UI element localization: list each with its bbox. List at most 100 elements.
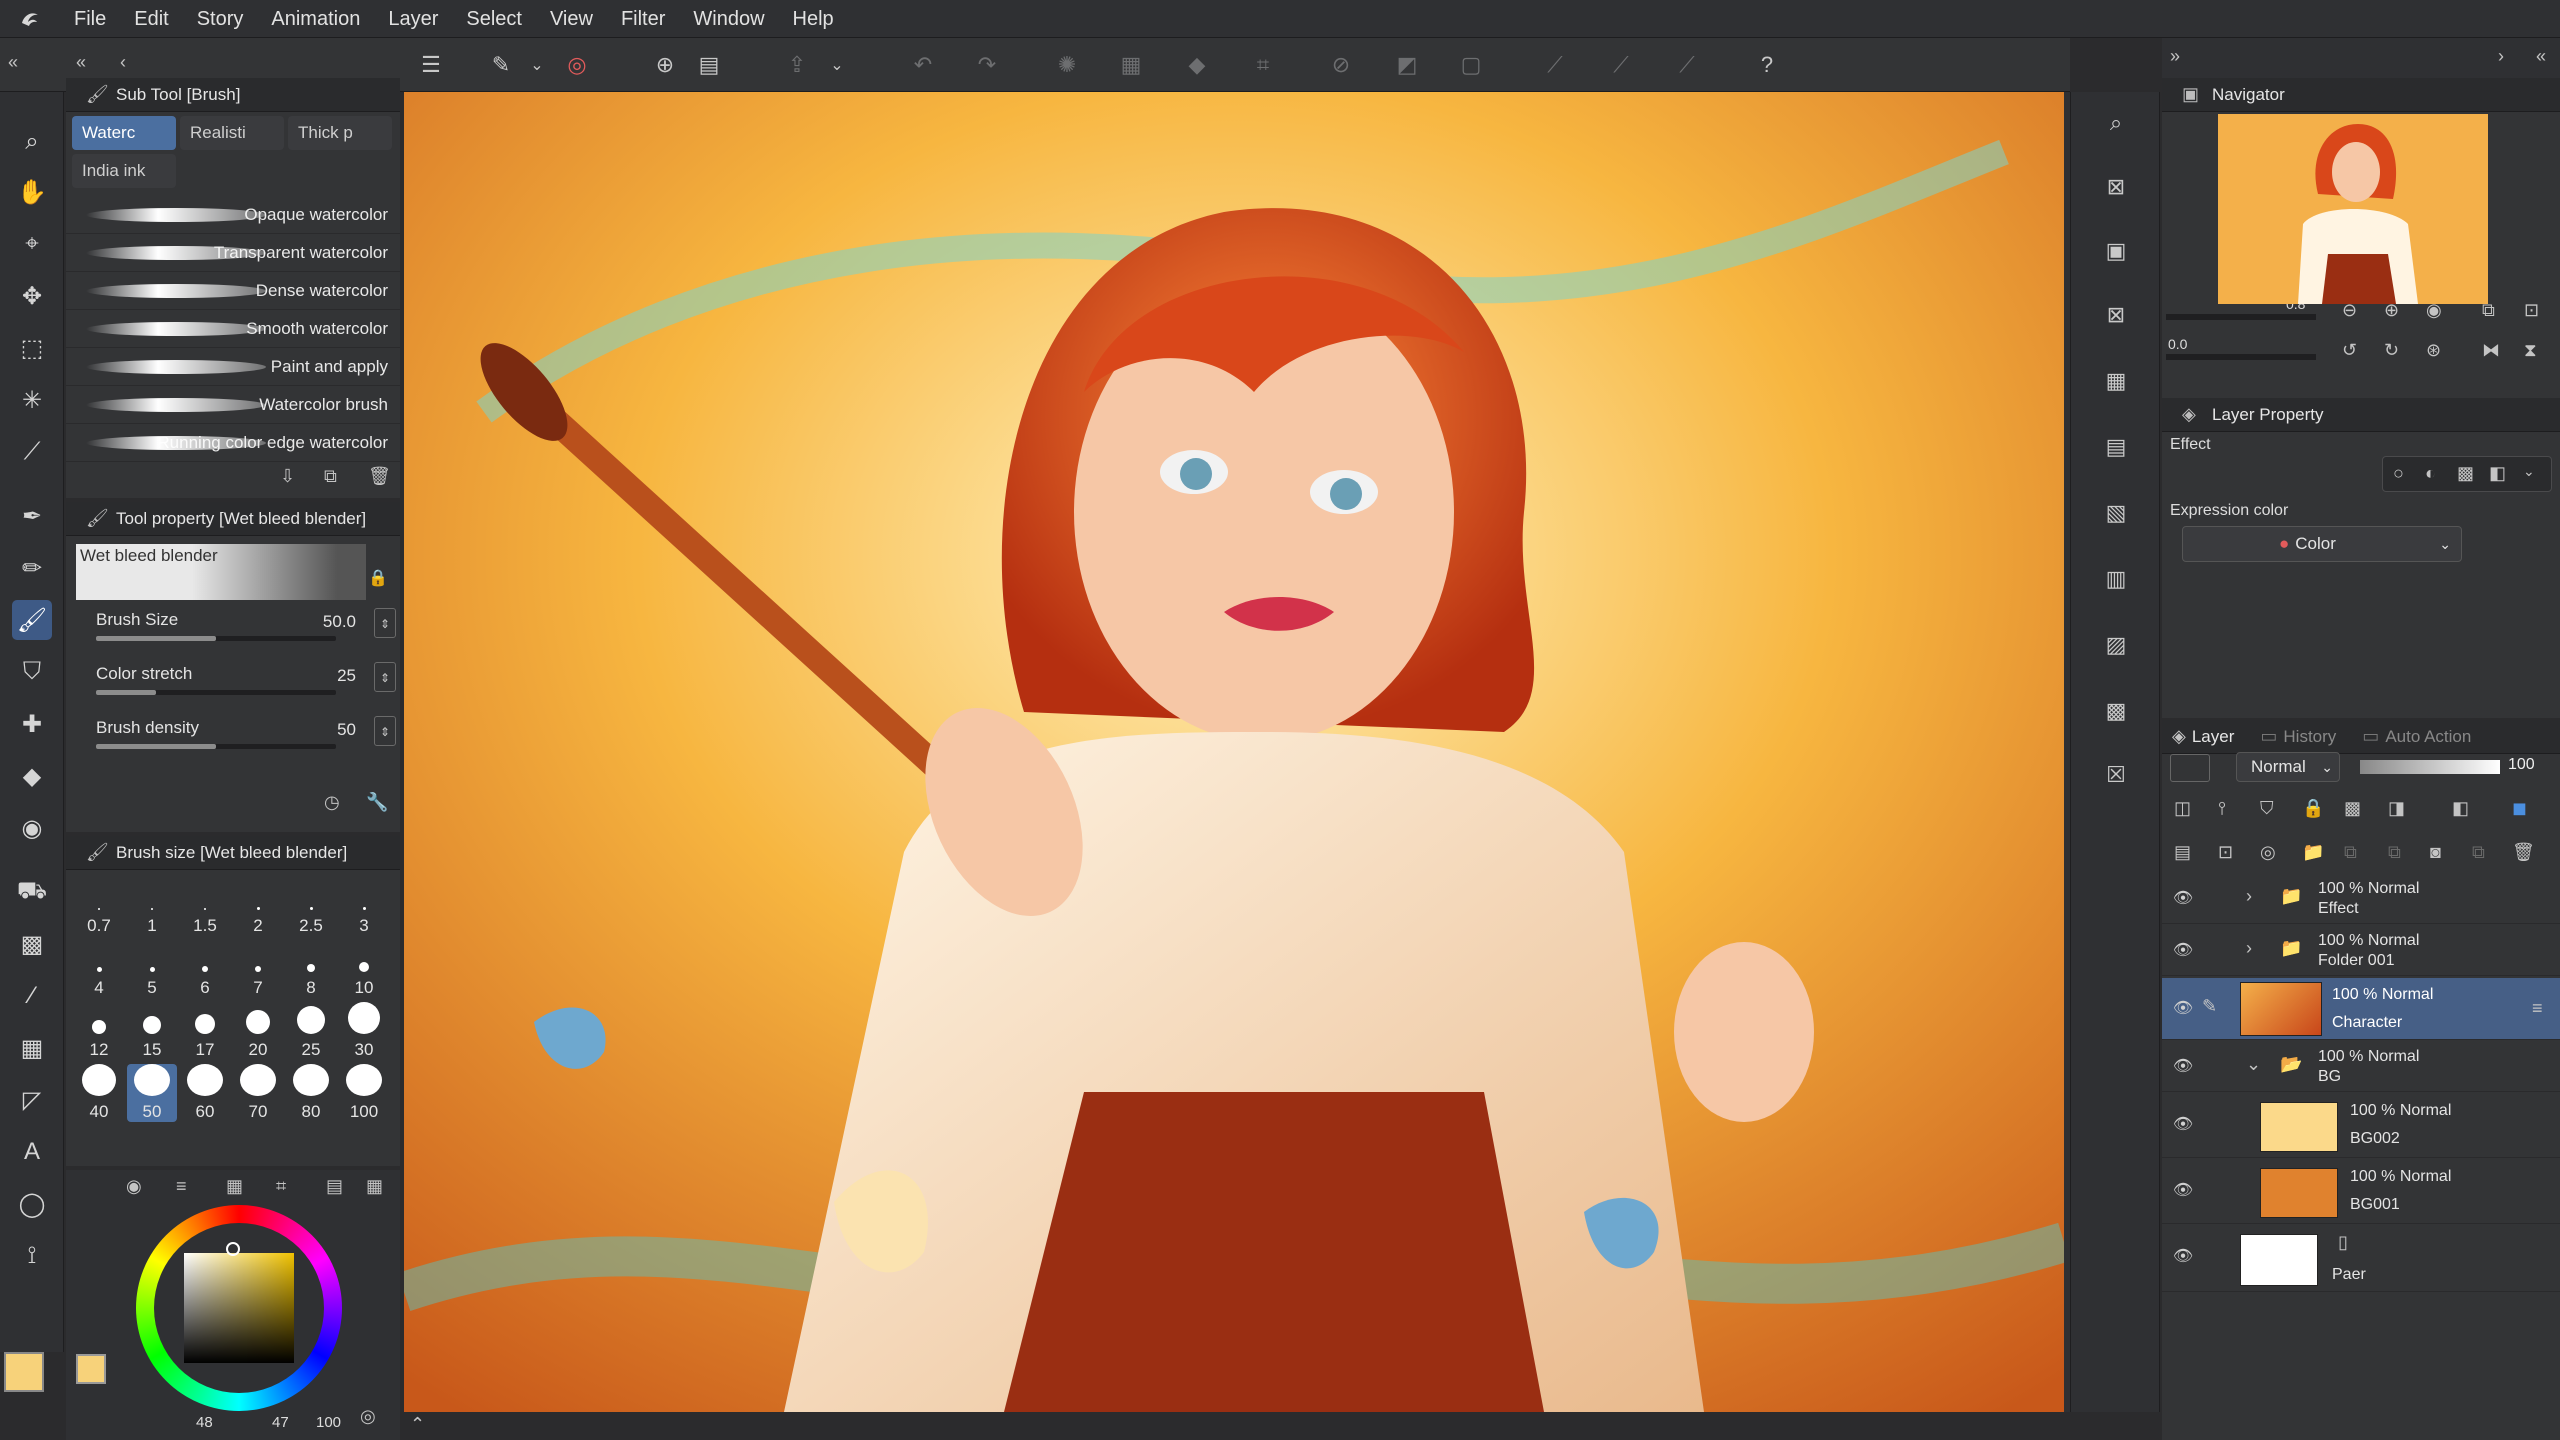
new-layer-icon[interactable]: ◎ [2260,842,2276,863]
reset-rotation-icon[interactable]: ⊛ [2426,340,2441,361]
eye-icon[interactable]: 👁 [2172,940,2194,962]
brush-size-option[interactable]: 10 [339,940,389,998]
delete-layer-icon[interactable]: 🗑 [2512,842,2535,863]
chevron-left-icon[interactable]: ‹ [120,52,126,73]
brush-size-option[interactable]: 8 [286,940,336,998]
eraser-tool-icon[interactable]: ◆ [12,756,52,796]
main-color-small[interactable] [76,1354,106,1384]
tab-layer[interactable]: Layer [2192,727,2235,747]
approx-color-tab-icon[interactable]: ▤ [326,1176,343,1197]
frame-tool-icon[interactable]: ▦ [12,1028,52,1068]
lock-icon[interactable]: 🔒 [368,568,388,588]
color-tab-icon[interactable]: ◉ [126,1176,142,1197]
material-10-icon[interactable]: ☒ [2097,756,2135,794]
color-set-tab-icon[interactable]: ▦ [226,1176,243,1197]
add-subtool-icon[interactable]: ⇩ [280,466,295,487]
flip-vertical-icon[interactable]: ⧗ [2524,340,2537,361]
material-2-icon[interactable]: ▣ [2097,232,2135,270]
brush-size-option[interactable]: 7 [233,940,283,998]
watercolor-edge-icon[interactable]: ◐ [2425,463,2436,484]
brush-size-option[interactable]: 80 [286,1064,336,1122]
new-folder-icon[interactable]: 📁 [2302,842,2324,863]
color-stretch-slider[interactable]: Color stretch 25 ⇕ [96,656,396,710]
menu-edit[interactable]: Edit [120,0,182,38]
zoom-tool-icon[interactable]: ⌕ [12,122,52,162]
brush-item-paint-and-apply[interactable]: Paint and apply [66,348,400,386]
layer-menu-icon[interactable]: ≡ [2532,998,2543,1019]
opacity-slider[interactable] [2360,760,2500,774]
material-icon[interactable]: ⊠ [2097,168,2135,206]
brush-size-option[interactable]: 4 [74,940,124,998]
color-mode-icon[interactable]: ◎ [360,1406,376,1427]
rotate-left-icon[interactable]: ↺ [2342,340,2357,361]
tab-auto-action[interactable]: Auto Action [2385,727,2471,747]
brush-density-slider[interactable]: Brush density 50 ⇕ [96,710,396,764]
material-4-icon[interactable]: ▦ [2097,362,2135,400]
mask-icon[interactable]: ◨ [2388,798,2405,819]
help-icon[interactable]: ? [1750,48,1784,82]
stepper[interactable]: ⇕ [374,716,396,746]
pencil-tool-icon[interactable]: ✏ [12,548,52,588]
saturation-value-square[interactable] [184,1253,294,1363]
brush-size-option[interactable]: 2.5 [286,878,336,936]
tab-watercolor[interactable]: Waterc [72,116,176,150]
stepper[interactable]: ⇕ [374,662,396,692]
menu-file[interactable]: File [60,0,120,38]
flip-horizontal-icon[interactable]: ⧓ [2482,340,2500,361]
slider-track[interactable] [96,744,336,749]
slider-track[interactable] [96,690,336,695]
brush-size-option[interactable]: 5 [127,940,177,998]
pen-correction-icon[interactable]: ⟋ [1604,48,1638,82]
tab-realistic[interactable]: Realisti [180,116,284,150]
layer-row-bg001[interactable]: 👁 100 % Normal BG001 [2162,1160,2560,1224]
material-3-icon[interactable]: ⊠ [2097,296,2135,334]
material-6-icon[interactable]: ▧ [2097,494,2135,532]
deselect-icon[interactable]: ⊘ [1324,48,1358,82]
fit-window-icon[interactable]: ⊡ [2524,300,2539,321]
object-tool-icon[interactable]: ⌖ [12,224,52,264]
color-slider-tab-icon[interactable]: ≡ [176,1176,187,1197]
magic-wand-icon[interactable]: ✳ [12,380,52,420]
slider-track[interactable] [96,636,336,641]
menu-story[interactable]: Story [183,0,258,38]
ruler-icon[interactable]: ⟋ [1538,48,1572,82]
layer-color-icon[interactable]: ◧ [2489,463,2506,484]
chevron-right-icon[interactable]: › [2246,938,2252,959]
eye-icon[interactable]: 👁 [2172,1246,2194,1268]
brush-size-option[interactable]: 1 [127,878,177,936]
material-5-icon[interactable]: ▤ [2097,428,2135,466]
brush-size-option[interactable]: 3 [339,878,389,936]
new-file-icon[interactable]: ⊕ [648,48,682,82]
redo-icon[interactable]: ↷ [970,48,1004,82]
stepper[interactable]: ⇕ [374,608,396,638]
chevron-right-icon[interactable]: › [2498,46,2504,67]
decoration-tool-icon[interactable]: ✚ [12,704,52,744]
brush-size-option[interactable]: 20 [233,1002,283,1060]
eye-icon[interactable]: 👁 [2172,888,2194,910]
figure-tool-icon[interactable]: ∕ [12,976,52,1016]
brush-size-option[interactable]: 15 [127,1002,177,1060]
menu-view[interactable]: View [536,0,607,38]
collapse-dock-icon[interactable]: « [2536,46,2546,67]
menu-window[interactable]: Window [679,0,778,38]
collapse-left-icon[interactable]: « [8,52,18,73]
layer-row-folder-001[interactable]: 👁 › 📁 100 % Normal Folder 001 [2162,926,2560,976]
layer-color-picker[interactable] [2170,754,2210,782]
rotate-right-icon[interactable]: ↻ [2384,340,2399,361]
fill-icon[interactable]: ◆ [1180,48,1214,82]
eye-icon[interactable]: 👁 [2172,1056,2194,1078]
collapse-right-icon[interactable]: » [2170,46,2180,67]
new-canvas-icon[interactable]: ✎ [484,48,518,82]
zoom-slider[interactable] [2166,314,2316,320]
eye-icon[interactable]: 👁 [2172,1114,2194,1136]
tab-india-ink[interactable]: India ink [72,154,176,188]
brush-size-option[interactable]: 0.7 [74,878,124,936]
text-tool-icon[interactable]: A [12,1132,52,1172]
crop-icon[interactable]: ⌗ [1246,48,1280,82]
layer-row-paper[interactable]: 👁 ▯ Paer [2162,1226,2560,1292]
rotation-slider[interactable] [2166,354,2316,360]
ruler-layer-icon[interactable]: ◧ [2452,798,2469,819]
search-icon[interactable]: ⌕ [2097,104,2135,142]
brush-size-option[interactable]: 50 [127,1064,177,1122]
app-logo-icon[interactable] [0,0,60,38]
